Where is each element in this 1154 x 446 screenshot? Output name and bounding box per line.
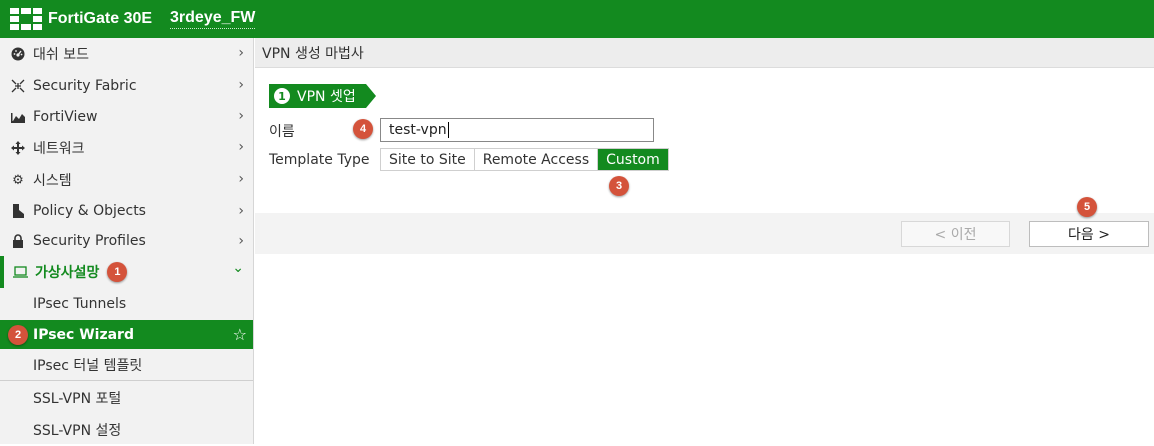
name-input[interactable]: test-vpn (380, 118, 654, 142)
top-bar: FortiGate 30E 3rdeye_FW (0, 0, 1154, 38)
annotation-badge-5: 5 (1077, 197, 1097, 217)
next-button[interactable]: 다음 > (1029, 221, 1149, 247)
chevron-right-icon: › (238, 233, 244, 249)
sidebar: 대쉬 보드 › Security Fabric › FortiView › 네트… (0, 38, 254, 444)
hostname-link[interactable]: 3rdeye_FW (170, 9, 256, 29)
previous-button[interactable]: < 이전 (901, 221, 1010, 247)
sidebar-item-label: FortiView (33, 108, 98, 125)
sidebar-item-dashboard[interactable]: 대쉬 보드 › (0, 38, 253, 70)
sidebar-item-label: Policy & Objects (33, 203, 146, 219)
sidebar-item-fortiview[interactable]: FortiView › (0, 101, 253, 132)
sidebar-item-label: 네트워크 (33, 141, 85, 157)
sidebar-subitem-ssl-vpn-portal[interactable]: SSL-VPN 포털 (0, 381, 253, 414)
annotation-badge-4: 4 (353, 119, 373, 139)
template-option-site-to-site[interactable]: Site to Site (381, 149, 475, 170)
chevron-right-icon: › (238, 77, 244, 93)
lock-icon (10, 233, 26, 249)
star-icon[interactable]: ☆ (233, 325, 247, 344)
annotation-badge-3: 3 (609, 176, 629, 196)
annotation-badge-2: 2 (8, 325, 28, 345)
wizard-footer (255, 213, 1154, 254)
chevron-down-icon: ⌄ (232, 260, 244, 276)
sidebar-subitem-ipsec-tunnels[interactable]: IPsec Tunnels (0, 288, 253, 320)
sidebar-item-network[interactable]: 네트워크 › (0, 132, 253, 164)
gear-icon: ⚙ (12, 172, 24, 188)
sidebar-subitem-label: IPsec Tunnels (33, 296, 127, 312)
sidebar-item-label: 대쉬 보드 (33, 47, 89, 63)
vpn-icon (12, 264, 28, 280)
name-label: 이름 (269, 124, 295, 140)
template-option-custom[interactable]: Custom (598, 149, 668, 170)
sidebar-item-label: Security Fabric (33, 77, 137, 94)
sidebar-subitem-label: SSL-VPN 설정 (33, 423, 122, 439)
wizard-step-indicator: 1 VPN 셋업 (269, 84, 376, 108)
sidebar-item-policy-objects[interactable]: Policy & Objects › (0, 196, 253, 226)
chevron-right-icon: › (238, 45, 244, 61)
sidebar-item-security-fabric[interactable]: Security Fabric › (0, 70, 253, 101)
security-fabric-icon (10, 78, 26, 94)
main-content: VPN 생성 마법사 1 VPN 셋업 이름 4 test-vpn Templa… (255, 38, 1154, 444)
template-type-selector: Site to Site Remote Access Custom (380, 148, 669, 171)
annotation-badge-1: 1 (107, 262, 128, 282)
page-title: VPN 생성 마법사 (255, 38, 1154, 68)
chevron-right-icon: › (238, 203, 244, 219)
sidebar-subitem-label: IPsec 터널 템플릿 (33, 357, 143, 374)
sidebar-item-label: Security Profiles (33, 233, 146, 249)
chevron-right-icon: › (238, 139, 244, 155)
sidebar-subitem-label: IPsec Wizard (33, 326, 134, 343)
sidebar-subitem-ssl-vpn-settings[interactable]: SSL-VPN 설정 (0, 414, 253, 446)
fortinet-logo-icon (10, 8, 42, 30)
sidebar-item-label: 시스템 (33, 173, 72, 189)
product-name: FortiGate 30E (48, 10, 153, 27)
template-type-label: Template Type (269, 152, 370, 168)
template-option-remote-access[interactable]: Remote Access (474, 149, 599, 170)
sidebar-item-system[interactable]: ⚙ 시스템 › (0, 164, 253, 196)
sidebar-subitem-label: SSL-VPN 포털 (33, 390, 122, 407)
sidebar-subitem-ipsec-templates[interactable]: IPsec 터널 템플릿 (0, 349, 253, 381)
step-number: 1 (274, 88, 290, 104)
step-label: VPN 셋업 (297, 89, 356, 105)
dashboard-icon (10, 46, 26, 62)
chevron-right-icon: › (238, 171, 244, 187)
sidebar-item-vpn[interactable]: 가상사설망 1 ⌄ (0, 256, 253, 288)
chevron-right-icon: › (238, 108, 244, 124)
network-icon (10, 140, 26, 156)
fortiview-icon (10, 109, 26, 125)
name-input-value: test-vpn (389, 122, 447, 138)
policy-icon (10, 203, 26, 219)
sidebar-item-security-profiles[interactable]: Security Profiles › (0, 226, 253, 256)
sidebar-subitem-ipsec-wizard[interactable]: 2 IPsec Wizard ☆ (0, 320, 253, 349)
sidebar-item-label: 가상사설망 (35, 265, 100, 281)
